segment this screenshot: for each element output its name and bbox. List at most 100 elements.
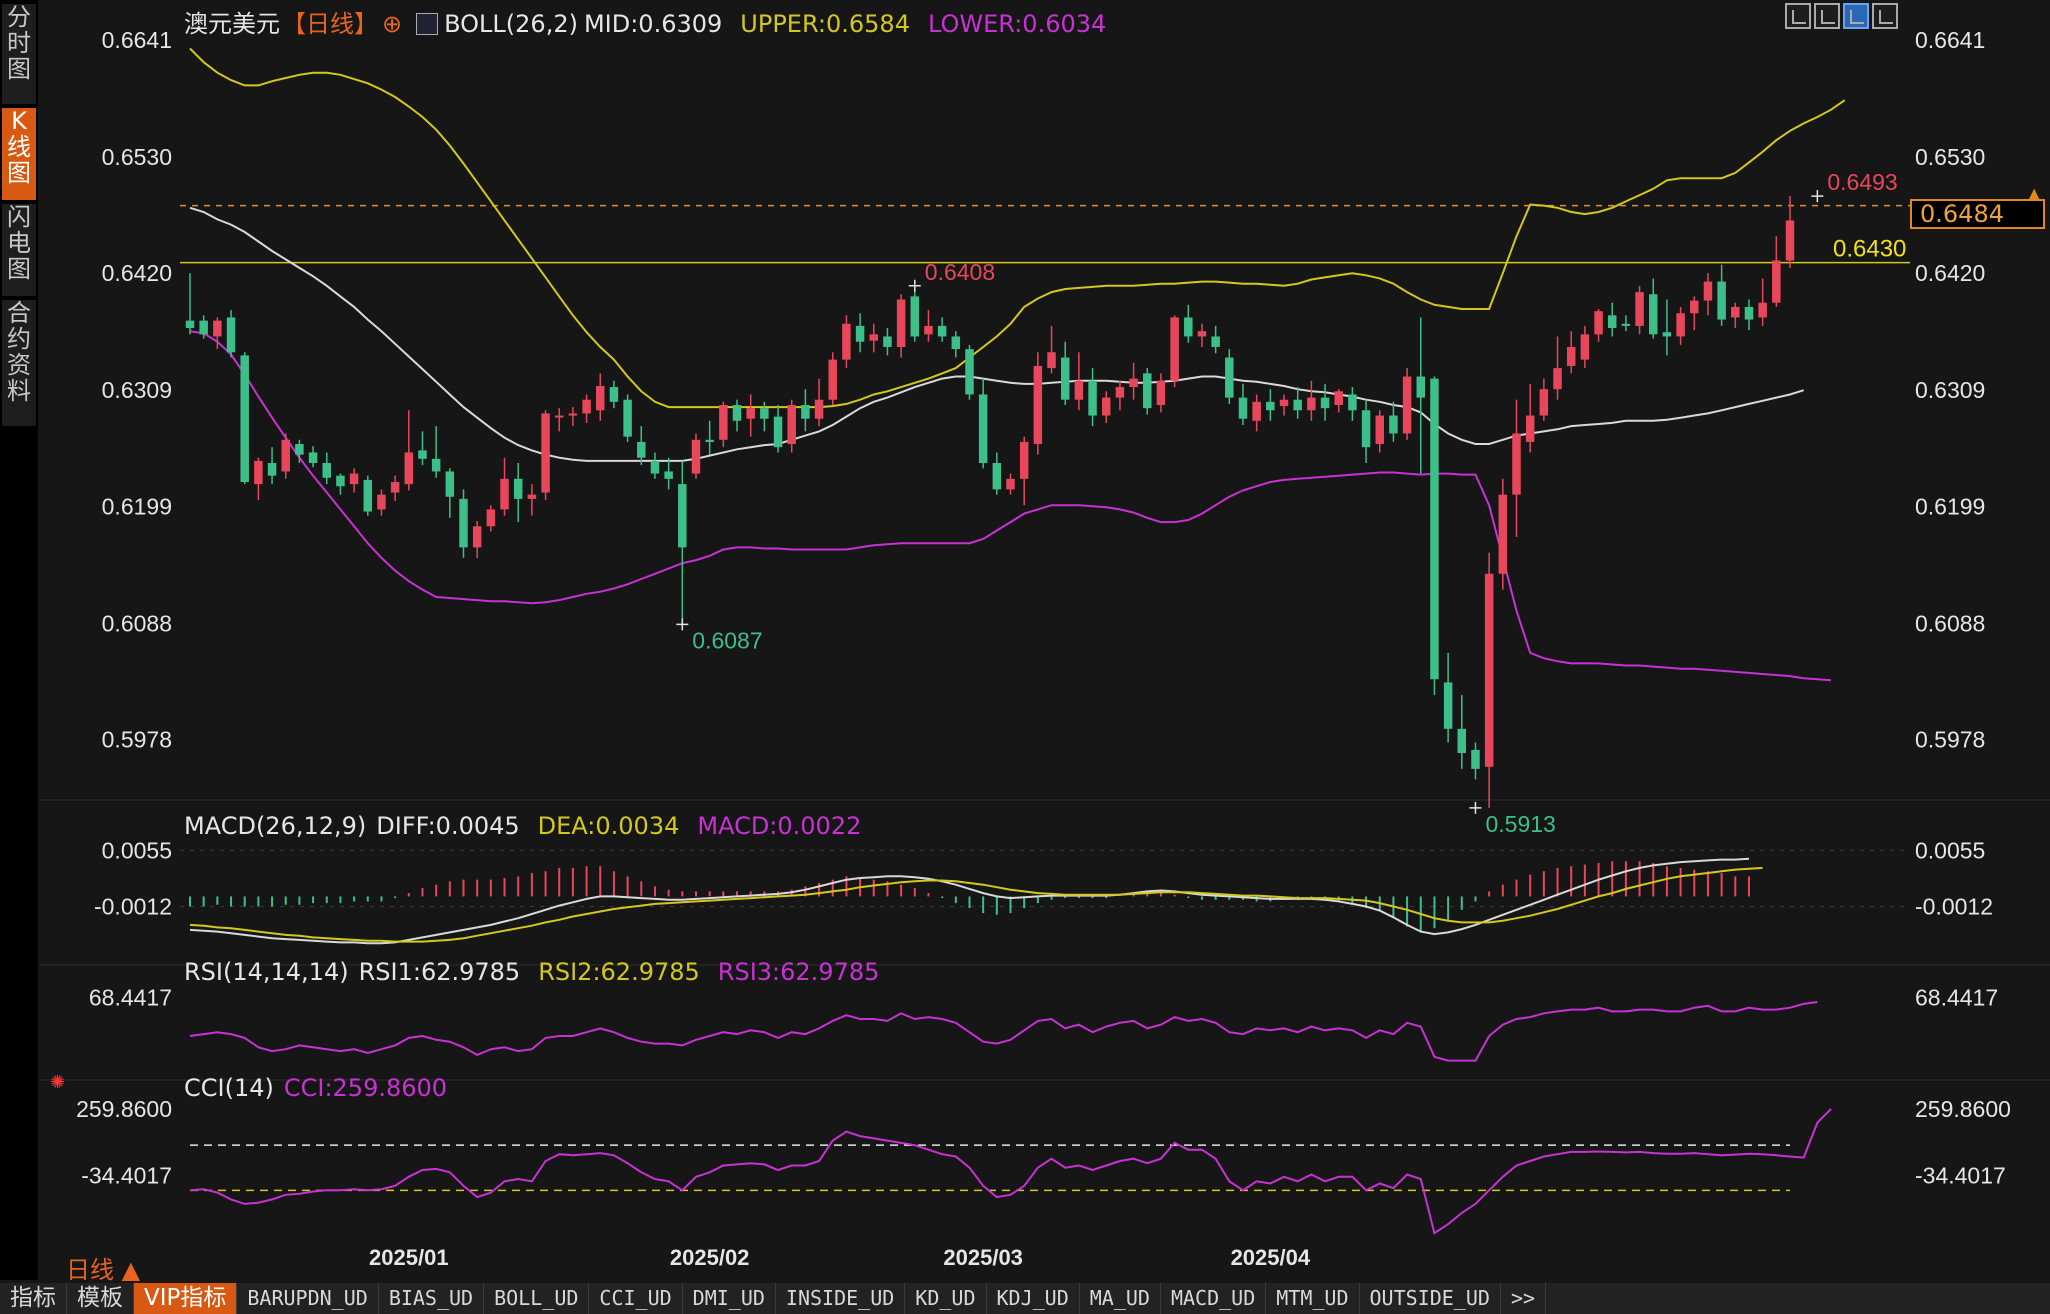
x-tick-label: 2025/04	[1231, 1245, 1311, 1270]
tab-cci[interactable]: CCI_UD	[589, 1283, 683, 1314]
tab-kdj[interactable]: KDJ_UD	[987, 1283, 1080, 1314]
candle-body	[650, 460, 660, 474]
tab-inside[interactable]: INSIDE_UD	[776, 1283, 906, 1314]
candle-body	[418, 450, 427, 459]
period-selector[interactable]: 日线 ▲	[66, 1250, 140, 1285]
tab-macd[interactable]: MACD_UD	[1161, 1283, 1267, 1314]
candle	[1307, 380, 1316, 421]
candle	[1471, 742, 1480, 780]
candle	[883, 328, 892, 356]
candle	[568, 407, 578, 427]
candle-body	[1457, 728, 1467, 754]
candle-body	[951, 336, 961, 350]
candle-body	[240, 355, 249, 482]
main-legend: 澳元美元【日线】 ⊕ BOLL(26,2) MID:0.6309 UPPER:0.658…	[184, 4, 1116, 39]
tab-barupdn[interactable]: BARUPDN_UD	[237, 1283, 379, 1314]
candle	[1170, 315, 1179, 388]
candle	[1772, 236, 1781, 307]
candle	[1211, 325, 1220, 354]
y-tick-right: 0.6420	[1915, 260, 1985, 286]
candle-body	[1293, 399, 1302, 411]
candle-body	[1580, 334, 1590, 360]
candle-body	[1785, 220, 1795, 261]
candle	[1074, 352, 1084, 411]
candle-body	[828, 359, 837, 400]
y-tick-right: 0.5978	[1915, 726, 1985, 752]
candle-body	[1143, 373, 1152, 409]
tab-ma[interactable]: MA_UD	[1080, 1283, 1161, 1314]
candle	[1279, 394, 1289, 416]
candle	[1525, 383, 1535, 453]
symbol-name: 澳元美元	[184, 10, 280, 38]
candle-body	[1758, 302, 1767, 318]
tab-outside[interactable]: OUTSIDE_UD	[1360, 1283, 1501, 1314]
chart-zoom-icon[interactable]	[1814, 3, 1840, 29]
candle	[705, 420, 714, 455]
tab-mtm[interactable]: MTM_UD	[1266, 1283, 1360, 1314]
tab-more[interactable]: >>	[1501, 1283, 1547, 1314]
candle-body	[1471, 749, 1480, 769]
candle-body	[760, 408, 769, 419]
candle	[1019, 436, 1029, 506]
candle-body	[582, 399, 591, 414]
x-tick-label: 2025/02	[670, 1245, 750, 1270]
candle-body	[1484, 573, 1494, 767]
candle-body	[801, 405, 810, 419]
tab-templates[interactable]: 模板	[67, 1283, 134, 1314]
candle-body	[1088, 380, 1097, 416]
tab-indicators[interactable]: 指标	[0, 1283, 67, 1314]
candle-body	[978, 394, 988, 464]
candle	[1703, 273, 1713, 316]
macd-name: MACD(26,12,9)	[184, 812, 367, 840]
layout-grid-icon[interactable]	[1785, 3, 1811, 29]
candle-body	[1047, 352, 1056, 369]
candle	[1580, 325, 1590, 369]
candle-body	[1102, 397, 1111, 416]
tab-kd[interactable]: KD_UD	[905, 1283, 987, 1314]
tab-dmi[interactable]: DMI_UD	[683, 1283, 776, 1314]
candle-body	[295, 444, 304, 455]
candle-body	[1170, 317, 1179, 381]
period-tag: 【日线】	[282, 10, 378, 38]
chart-indicator-icon[interactable]	[1843, 3, 1869, 29]
candle-body	[1019, 441, 1029, 479]
x-tick-label: 2025/01	[369, 1245, 449, 1270]
candle	[1607, 302, 1617, 337]
candle-body	[472, 526, 482, 548]
alert-icon[interactable]: ✺	[50, 1072, 65, 1093]
high-annotation: 0.6493	[1827, 169, 1897, 195]
low-annotation: 0.5913	[1485, 811, 1555, 837]
candle	[1129, 362, 1138, 400]
candle	[226, 310, 236, 358]
candle	[1662, 299, 1672, 356]
candle-body	[814, 399, 824, 419]
candle	[377, 489, 386, 516]
candle-body	[855, 325, 865, 342]
candle-body	[500, 478, 509, 510]
crosshair-icon[interactable]: ⊕	[382, 10, 402, 38]
macd-dea: DEA:0.0034	[537, 812, 680, 840]
candle	[1334, 389, 1343, 413]
macd-dea-line	[189, 866, 1763, 943]
candle-body	[1621, 323, 1631, 326]
x-tick-label: 2025/03	[943, 1245, 1023, 1270]
chart-expand-icon[interactable]	[1872, 3, 1898, 29]
candle-body	[1006, 478, 1015, 490]
candle-body	[842, 323, 851, 360]
tab-vip-indicators[interactable]: VIP指标	[134, 1283, 238, 1314]
candle-body	[1197, 331, 1207, 337]
candle-body	[787, 405, 796, 445]
candle	[1033, 352, 1043, 455]
candle	[267, 447, 277, 485]
candle	[1375, 410, 1384, 453]
tab-bias[interactable]: BIAS_UD	[379, 1283, 485, 1314]
candle	[404, 410, 414, 491]
candle-body	[254, 460, 263, 485]
indicator-chart-icon[interactable]	[416, 13, 439, 35]
candle	[801, 389, 810, 432]
candle	[1115, 380, 1125, 411]
candle	[719, 401, 728, 448]
candle-body	[1635, 292, 1644, 326]
tab-boll[interactable]: BOLL_UD	[484, 1283, 590, 1314]
candle-body	[1334, 391, 1343, 405]
